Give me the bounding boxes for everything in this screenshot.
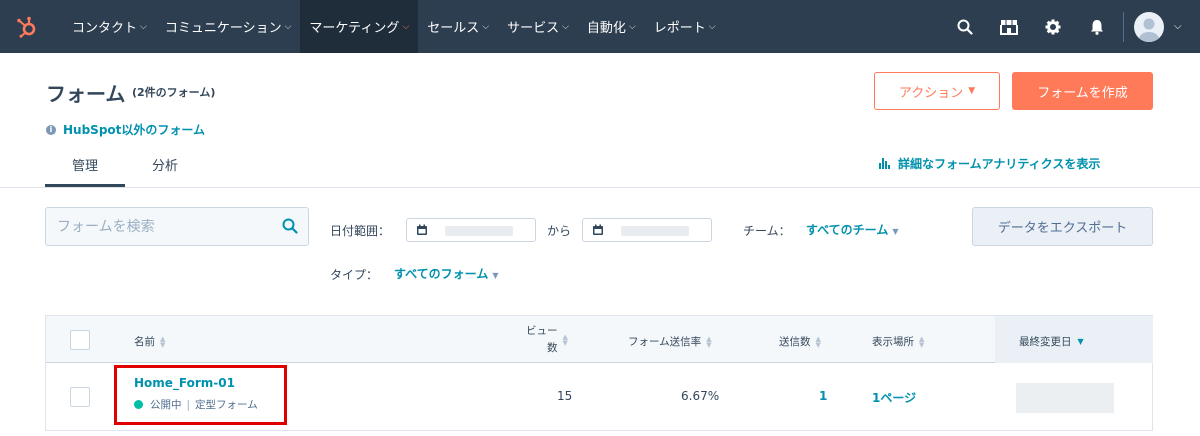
nav-item-contacts[interactable]: コンタクト ⌵ (63, 0, 156, 53)
chevron-down-icon: ⌵ (482, 21, 490, 32)
type-filter-label: タイプ： (330, 268, 379, 282)
redacted-last-updated (1016, 383, 1114, 413)
search-icon[interactable] (282, 218, 298, 238)
sort-icon: ▲ ▼ (160, 334, 166, 349)
calendar-icon (592, 224, 604, 240)
column-header-last-updated[interactable]: 最終変更日 ▼ (1019, 334, 1084, 349)
nav-item-marketing[interactable]: マーケティング ⌵ (300, 0, 419, 53)
chevron-down-icon: ⌵ (402, 21, 410, 32)
search-icon[interactable] (943, 0, 987, 53)
actions-dropdown-button[interactable]: アクション ▼ (874, 72, 1000, 110)
select-all-checkbox[interactable] (70, 330, 90, 350)
gear-icon[interactable] (1031, 0, 1075, 53)
column-header-location[interactable]: 表示場所 ▲ ▼ (872, 334, 924, 349)
column-header-name[interactable]: 名前 ▲ ▼ (134, 334, 165, 349)
location-link[interactable]: 1ページ (872, 389, 916, 406)
avatar (1134, 11, 1164, 42)
top-navigation: コンタクト ⌵ コミュニケーション ⌵ マーケティング ⌵ セールス ⌵ サービス ⌵ 自… (0, 0, 1200, 53)
calendar-icon (416, 224, 428, 240)
submission-rate-cell: 6.67% (681, 389, 720, 403)
column-header-submission-rate[interactable]: フォーム送信率 ▲ ▼ (628, 334, 712, 349)
form-analytics-link[interactable]: 詳細なフォームアナリティクスを表示 (879, 155, 1100, 172)
table-row: Home_Form-01 公開中 | 定型フォーム 15 6.67% 1 1ペー… (45, 363, 1153, 431)
chevron-down-icon: ⌵ (562, 21, 569, 32)
nav-item-automation[interactable]: 自動化 ⌵ (578, 0, 645, 53)
nav-item-reports[interactable]: レポート ⌵ (645, 0, 725, 53)
create-form-button[interactable]: フォームを作成 (1012, 72, 1153, 110)
caret-down-icon: ▼ (892, 227, 899, 236)
nav-item-service[interactable]: サービス ⌵ (498, 0, 578, 53)
nav-item-conversations[interactable]: コミュニケーション ⌵ (156, 0, 301, 53)
date-range-separator: から (547, 224, 572, 238)
form-count: (2件のフォーム) (132, 86, 216, 99)
caret-down-icon: ▼ (968, 86, 976, 96)
non-hubspot-forms-link[interactable]: i HubSpot以外のフォーム (46, 121, 205, 138)
nav-right-tools: ⌵ (943, 0, 1200, 53)
info-icon: i (46, 124, 56, 135)
bar-chart-icon (879, 158, 890, 169)
chevron-down-icon: ⌵ (628, 21, 636, 32)
sort-icon: ▲ ▼ (815, 334, 821, 349)
tabs-divider (0, 187, 1200, 188)
nav-divider (1123, 11, 1124, 42)
sort-icon: ▲ ▼ (562, 333, 568, 347)
start-date-field[interactable] (406, 218, 536, 242)
redacted-date (445, 226, 513, 236)
chevron-down-icon: ⌵ (1174, 21, 1182, 32)
date-range-label: 日付範囲： (330, 224, 391, 238)
highlight-annotation (114, 365, 287, 425)
submissions-link[interactable]: 1 (819, 389, 827, 403)
views-cell: 15 (557, 389, 573, 403)
nav-item-sales[interactable]: セールス ⌵ (418, 0, 498, 53)
tab-analyze[interactable]: 分析 (152, 155, 178, 174)
type-filter-dropdown[interactable]: すべてのフォーム ▼ (394, 265, 498, 282)
tab-manage[interactable]: 管理 (72, 155, 98, 174)
chevron-down-icon: ⌵ (140, 21, 147, 32)
marketplace-icon[interactable] (987, 0, 1031, 53)
forms-table: 名前 ▲ ▼ ビュー 数 ▲ ▼ フォーム送信率 ▲ ▼ 送信数 ▲ ▼ 表示場所 ▲ ▼ 最終変… (45, 315, 1153, 431)
page-title: フォーム (46, 82, 126, 106)
team-filter-label: チーム： (743, 224, 791, 238)
search-input[interactable] (46, 208, 276, 245)
redacted-date (621, 226, 689, 236)
end-date-field[interactable] (582, 218, 712, 242)
row-checkbox[interactable] (70, 387, 90, 407)
column-header-submissions[interactable]: 送信数 ▲ ▼ (779, 334, 821, 349)
sort-icon: ▲ ▼ (706, 334, 712, 349)
hubspot-logo-icon[interactable] (0, 0, 54, 53)
team-filter-dropdown[interactable]: すべてのチーム ▼ (806, 221, 898, 238)
sort-icon: ▲ ▼ (919, 334, 925, 349)
bell-icon[interactable] (1075, 0, 1119, 53)
chevron-down-icon: ⌵ (708, 21, 716, 32)
sort-descending-icon: ▼ (1077, 337, 1084, 346)
user-menu[interactable]: ⌵ (1134, 0, 1200, 53)
column-header-views[interactable]: ビュー 数 ▲ ▼ (526, 323, 568, 357)
chevron-down-icon: ⌵ (284, 21, 292, 32)
export-data-button[interactable]: データをエクスポート (972, 207, 1153, 246)
table-header: 名前 ▲ ▼ ビュー 数 ▲ ▼ フォーム送信率 ▲ ▼ 送信数 ▲ ▼ 表示場所 ▲ ▼ 最終変… (45, 315, 1153, 363)
caret-down-icon: ▼ (492, 271, 499, 280)
search-box (45, 207, 309, 246)
